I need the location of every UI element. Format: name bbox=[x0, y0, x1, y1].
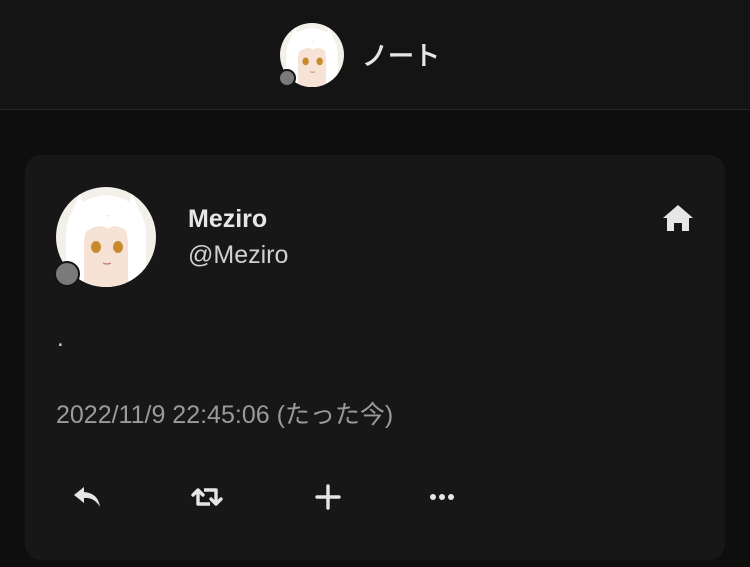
reply-button[interactable] bbox=[65, 475, 109, 519]
user-handle[interactable]: @Meziro bbox=[188, 241, 288, 270]
note-avatar[interactable] bbox=[54, 187, 156, 287]
page-title: ノート bbox=[361, 41, 440, 71]
note-timestamp[interactable]: 2022/11/9 22:45:06 (たった今) bbox=[56, 395, 393, 431]
renote-icon bbox=[191, 488, 223, 506]
user-name[interactable]: Meziro bbox=[188, 205, 267, 234]
reply-icon bbox=[74, 487, 100, 507]
more-button[interactable] bbox=[420, 475, 464, 519]
home-icon bbox=[661, 203, 695, 233]
header-avatar[interactable] bbox=[277, 22, 344, 87]
reaction-button[interactable] bbox=[306, 475, 350, 519]
online-status-dot bbox=[277, 68, 296, 87]
more-icon bbox=[430, 494, 454, 500]
renote-button[interactable] bbox=[185, 475, 229, 519]
page-header: ノート bbox=[0, 0, 750, 110]
note-text: . bbox=[57, 325, 64, 352]
plus-icon bbox=[315, 484, 341, 510]
online-status-dot bbox=[54, 261, 80, 287]
header-content: ノート bbox=[277, 22, 440, 87]
note-card: Meziro @Meziro . 2022/11/9 22:45:06 (たった… bbox=[25, 155, 725, 560]
